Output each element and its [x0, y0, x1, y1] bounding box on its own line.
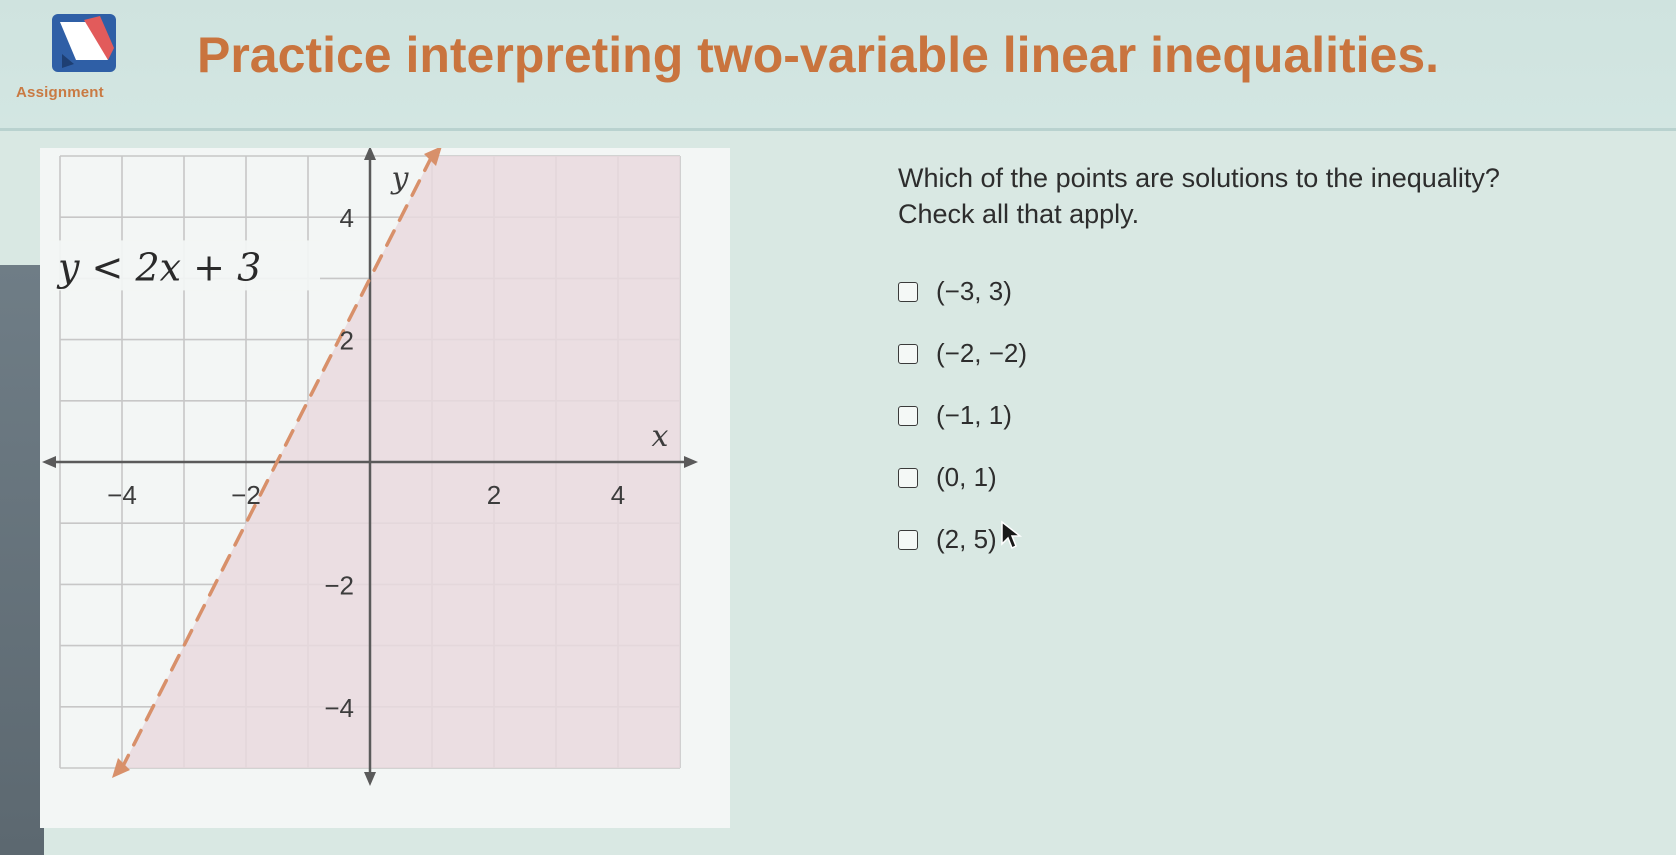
header-bar: Assignment Practice interpreting two-var…: [0, 0, 1676, 131]
x-axis-label: x: [652, 419, 669, 454]
y-tick-label: −2: [324, 570, 354, 600]
inequality-graph: −4 −2 2 4 4 2 −2 −4 x y y < 2x + 3: [40, 146, 730, 828]
mouse-pointer-icon: [1001, 520, 1022, 550]
option-minus2-minus2[interactable]: (−2, −2): [898, 334, 1198, 374]
option-2-5[interactable]: (2, 5): [898, 520, 1198, 560]
option-minus1-1[interactable]: (−1, 1): [898, 396, 1198, 436]
option-label[interactable]: (−1, 1): [936, 400, 1012, 431]
checkbox[interactable]: [898, 406, 918, 426]
y-tick-label: 2: [340, 326, 354, 356]
graph-panel: −4 −2 2 4 4 2 −2 −4 x y y < 2x + 3: [40, 146, 730, 828]
checkbox[interactable]: [898, 344, 918, 364]
question-prompt: Which of the points are solutions to the…: [898, 163, 1500, 193]
option-label[interactable]: (−2, −2): [936, 338, 1027, 369]
option-minus3-3[interactable]: (−3, 3): [898, 272, 1198, 312]
left-edge-bar: [0, 265, 44, 855]
y-tick-label: −4: [324, 693, 354, 723]
inequality-label: y < 2x + 3: [56, 245, 261, 289]
checkbox[interactable]: [898, 530, 918, 550]
assignment-label: Assignment: [16, 84, 104, 101]
x-tick-label: −4: [107, 480, 137, 510]
question-instruction: Check all that apply.: [898, 199, 1140, 229]
y-tick-label: 4: [340, 203, 354, 233]
answer-options: (−3, 3) (−2, −2) (−1, 1) (0, 1) (2, 5): [898, 272, 1318, 572]
checkbox[interactable]: [898, 282, 918, 302]
y-axis-label: y: [390, 161, 410, 196]
x-tick-label: 2: [487, 480, 501, 510]
option-label[interactable]: (−3, 3): [936, 276, 1012, 307]
assignment-icon[interactable]: [48, 8, 124, 78]
x-tick-label: 4: [611, 480, 625, 510]
option-0-1[interactable]: (0, 1): [898, 458, 1198, 498]
checkbox[interactable]: [898, 468, 918, 488]
question-area: Which of the points are solutions to the…: [898, 160, 1658, 554]
option-label[interactable]: (0, 1): [936, 462, 997, 493]
page-title: Practice interpreting two-variable linea…: [197, 27, 1440, 83]
x-tick-label: −2: [231, 480, 261, 510]
option-label[interactable]: (2, 5): [936, 524, 997, 555]
